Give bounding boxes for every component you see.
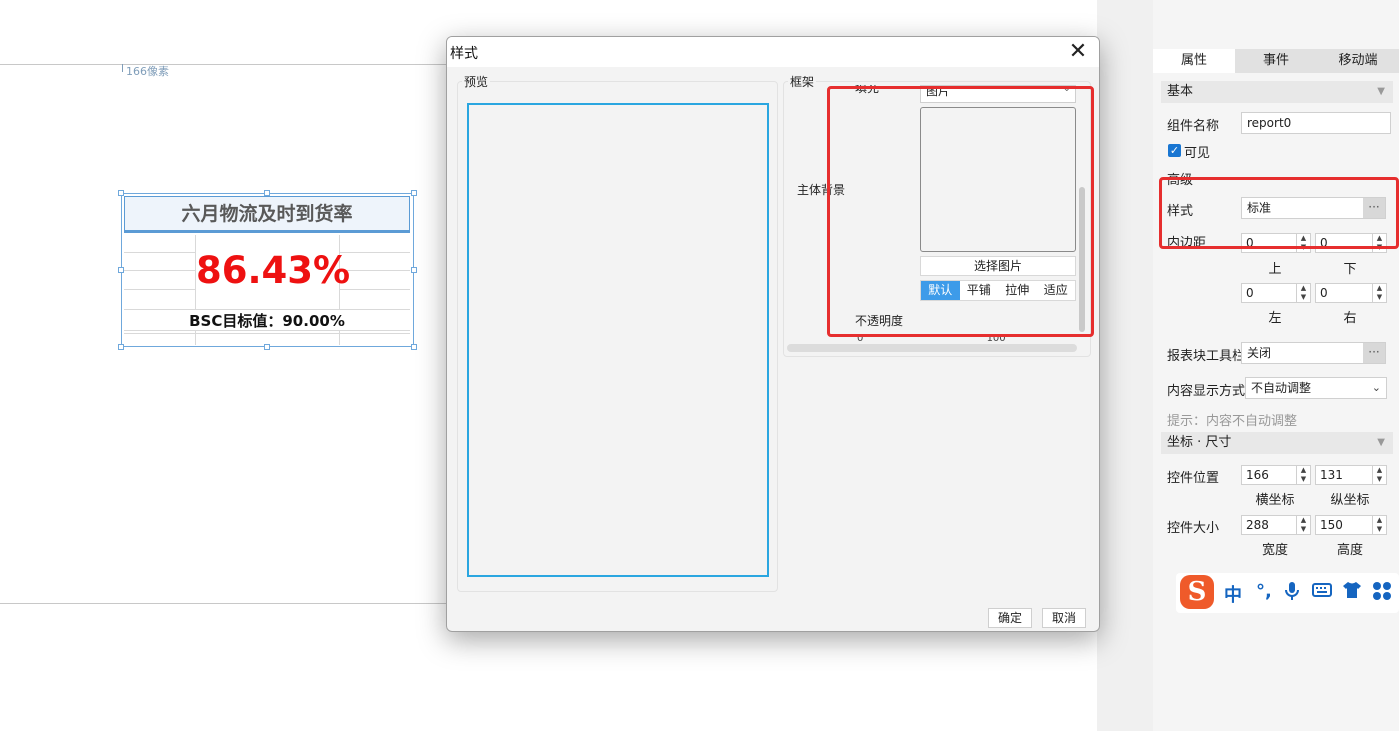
chevron-down-icon: ▼ (1377, 86, 1385, 97)
tab-properties[interactable]: 属性 (1153, 49, 1235, 73)
style-dialog: 样式 ✕ 预览 框架 填充 图片 ⌄ 主体背景 选择图片 默认 平铺 拉伸 适应… (446, 36, 1100, 632)
width-value: 288 (1246, 518, 1269, 532)
padding-right-label: 右 (1343, 311, 1357, 326)
section-basic-label: 基本 (1167, 84, 1194, 99)
height-input[interactable]: 150 ▲ ▼ (1315, 515, 1387, 535)
mic-icon[interactable] (1284, 581, 1300, 606)
close-icon[interactable]: ✕ (1067, 40, 1089, 64)
padding-left-label: 左 (1268, 311, 1282, 326)
confirm-button[interactable]: 确定 (988, 608, 1032, 628)
display-mode-select[interactable]: 不自动调整 ⌄ (1245, 377, 1387, 399)
height-value: 150 (1320, 518, 1343, 532)
spinner-arrows[interactable]: ▲ ▼ (1372, 466, 1386, 484)
spinner-arrows[interactable]: ▲ ▼ (1296, 516, 1310, 534)
padding-bottom-label: 下 (1343, 262, 1357, 277)
toolbar-field[interactable]: 关闭 ··· (1241, 342, 1386, 364)
spinner-arrows[interactable]: ▲ ▼ (1372, 516, 1386, 534)
properties-panel: 属性 事件 移动端 基本 ▼ 组件名称 report0 ✓ 可见 高级 样式 标… (1153, 0, 1399, 731)
padding-right-value: 0 (1320, 286, 1328, 300)
resize-handle-bl[interactable] (118, 344, 124, 350)
preview-label: 预览 (462, 73, 491, 90)
y-label: 纵坐标 (1330, 493, 1370, 508)
toolbar-value: 关闭 (1247, 346, 1272, 360)
canvas-bottom-boundary (0, 603, 446, 604)
highlight-box (827, 86, 1094, 337)
visible-label: 可见 (1184, 146, 1211, 161)
ruler-tick (122, 64, 123, 72)
height-label: 高度 (1336, 543, 1363, 558)
report-block[interactable]: 六月物流及时到货率 86.43% BSC目标值：90.00% (118, 190, 417, 350)
width-label: 宽度 (1261, 543, 1288, 558)
size-label: 控件大小 (1167, 521, 1220, 536)
hint-text: 提示：内容不自动调整 (1167, 414, 1298, 429)
padding-right-input[interactable]: 0 ▲ ▼ (1315, 283, 1387, 303)
ime-punctuation-toggle[interactable]: °, (1256, 581, 1272, 602)
component-name-input[interactable]: report0 (1241, 112, 1391, 134)
resize-handle-bm[interactable] (264, 344, 270, 350)
position-y-value: 131 (1320, 468, 1343, 482)
component-name-label: 组件名称 (1167, 119, 1220, 134)
highlight-box (1159, 177, 1399, 249)
sogou-logo-icon[interactable]: S (1180, 575, 1214, 609)
chevron-down-icon: ▼ (1377, 437, 1385, 448)
preview-area (467, 103, 769, 577)
shirt-icon[interactable] (1342, 581, 1362, 604)
dialog-title: 样式 (450, 46, 478, 62)
tab-events[interactable]: 事件 (1235, 49, 1317, 73)
toolbar-label: 报表块工具栏 (1167, 349, 1246, 364)
display-mode-label: 内容显示方式 (1167, 384, 1246, 399)
sidebar-gutter (1097, 0, 1153, 731)
frame-label: 框架 (788, 73, 817, 90)
section-coordinates-label: 坐标 · 尺寸 (1167, 435, 1232, 450)
resize-handle-mr[interactable] (411, 267, 417, 273)
ime-toolbar[interactable]: S 中 °, (1176, 573, 1399, 613)
padding-left-input[interactable]: 0 ▲ ▼ (1241, 283, 1311, 303)
position-label: 控件位置 (1167, 471, 1220, 486)
visible-checkbox[interactable]: ✓ (1168, 144, 1181, 157)
dialog-titlebar[interactable]: 样式 ✕ (447, 37, 1099, 67)
position-y-input[interactable]: 131 ▲ ▼ (1315, 465, 1387, 485)
section-basic[interactable]: 基本 ▼ (1161, 81, 1393, 103)
toolbar-more-button[interactable]: ··· (1363, 343, 1385, 363)
keyboard-icon[interactable] (1312, 581, 1332, 604)
position-x-input[interactable]: 166 ▲ ▼ (1241, 465, 1311, 485)
position-x-value: 166 (1246, 468, 1269, 482)
display-mode-value: 不自动调整 (1251, 381, 1312, 395)
resize-handle-br[interactable] (411, 344, 417, 350)
tab-mobile[interactable]: 移动端 (1317, 49, 1399, 73)
padding-top-label: 上 (1268, 262, 1282, 277)
report-target-cell[interactable]: BSC目标值：90.00% (124, 309, 410, 331)
properties-tabs: 属性 事件 移动端 (1153, 49, 1399, 73)
spinner-arrows[interactable]: ▲ ▼ (1372, 284, 1386, 302)
spinner-arrows[interactable]: ▲ ▼ (1296, 284, 1310, 302)
report-value-cell[interactable]: 86.43% (196, 235, 350, 307)
ime-language-toggle[interactable]: 中 (1224, 581, 1242, 607)
report-title-cell[interactable]: 六月物流及时到货率 (124, 196, 410, 233)
padding-left-value: 0 (1246, 286, 1254, 300)
chevron-down-icon: ⌄ (1371, 381, 1381, 394)
apps-icon[interactable] (1372, 581, 1392, 606)
spinner-arrows[interactable]: ▲ ▼ (1296, 466, 1310, 484)
resize-handle-tr[interactable] (411, 190, 417, 196)
x-label: 横坐标 (1255, 493, 1295, 508)
width-input[interactable]: 288 ▲ ▼ (1241, 515, 1311, 535)
frame-horizontal-scrollbar[interactable] (787, 344, 1077, 352)
canvas-top-boundary (0, 64, 446, 65)
ruler-label: 166像素 (126, 65, 169, 78)
section-coordinates[interactable]: 坐标 · 尺寸 ▼ (1161, 432, 1393, 454)
grid-line (124, 333, 410, 334)
cancel-button[interactable]: 取消 (1042, 608, 1086, 628)
